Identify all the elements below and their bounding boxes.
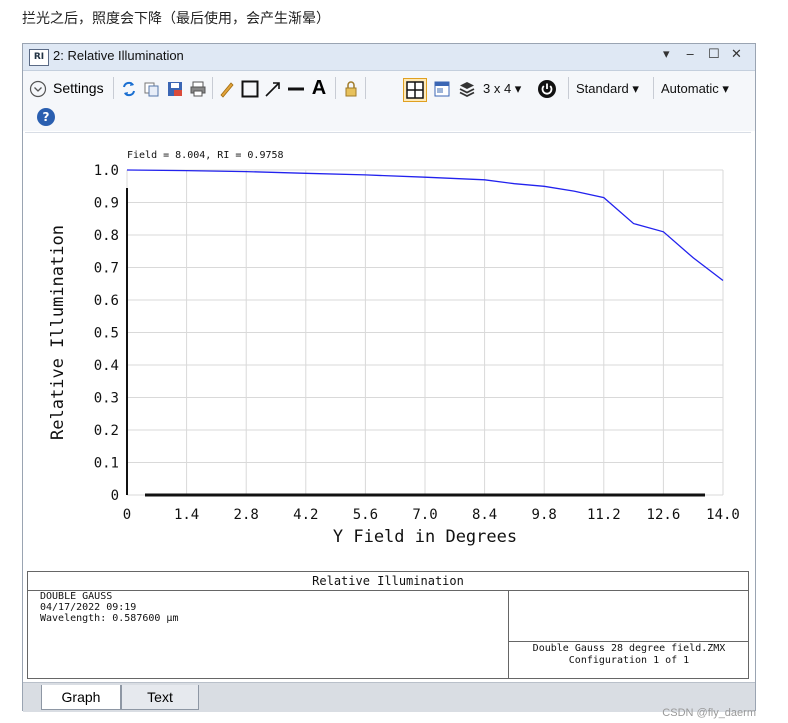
y-tick-label: 0.5 bbox=[94, 326, 119, 342]
power-icon[interactable] bbox=[537, 79, 557, 99]
window-icon[interactable] bbox=[433, 80, 451, 98]
y-tick-label: 0.6 bbox=[94, 293, 119, 309]
maximize-button[interactable]: ☐ bbox=[708, 47, 720, 62]
y-axis-label: Relative Illumination bbox=[48, 225, 68, 440]
info-file-name: Double Gauss 28 degree field.ZMX bbox=[532, 643, 726, 654]
window-dropdown-button[interactable]: ▾ bbox=[663, 47, 670, 62]
x-tick-label: 0 bbox=[123, 507, 131, 523]
y-tick-label: 0.4 bbox=[94, 358, 119, 374]
relative-illumination-chart: 0 1.4 2.8 4.2 5.6 7.0 8.4 9.8 11.2 12.6 14.0 0 0.1 0.… bbox=[48, 150, 740, 547]
print-icon[interactable] bbox=[189, 80, 207, 98]
info-left-text: DOUBLE GAUSS 04/17/2022 09:19 Wavelength… bbox=[40, 591, 179, 624]
x-axis-label: Y Field in Degrees bbox=[333, 527, 517, 547]
plot-area: 0 1.4 2.8 4.2 5.6 7.0 8.4 9.8 11.2 12.6 14.0 0 0.1 0.… bbox=[25, 132, 751, 569]
tab-bar: Graph Text bbox=[23, 682, 755, 712]
relative-illumination-window: RI 2: Relative Illumination ▾ ‒ ☐ ✕ Sett… bbox=[22, 43, 756, 712]
layers-icon[interactable] bbox=[458, 80, 476, 98]
y-tick-label: 0 bbox=[111, 488, 119, 504]
x-tick-label: 2.8 bbox=[234, 507, 259, 523]
info-right-text: Double Gauss 28 degree field.ZMX Configu… bbox=[509, 643, 749, 667]
automatic-dropdown[interactable]: Automatic ▾ bbox=[661, 81, 729, 97]
close-button[interactable]: ✕ bbox=[731, 47, 742, 62]
info-configuration: Configuration 1 of 1 bbox=[568, 655, 690, 666]
line-tool-icon[interactable] bbox=[287, 80, 305, 98]
page-caption: 拦光之后，照度会下降（最后使用，会产生渐晕） bbox=[22, 11, 330, 27]
arrow-tool-icon[interactable] bbox=[264, 80, 282, 98]
toolbar-separator bbox=[335, 77, 336, 99]
y-tick-label: 0.2 bbox=[94, 423, 119, 439]
settings-button[interactable]: Settings bbox=[29, 79, 113, 99]
window-titlebar: RI 2: Relative Illumination ▾ ‒ ☐ ✕ bbox=[23, 44, 755, 71]
toolbar-separator bbox=[212, 77, 213, 99]
ri-app-icon: RI bbox=[29, 49, 49, 66]
lock-icon[interactable] bbox=[342, 80, 360, 98]
settings-label: Settings bbox=[53, 80, 104, 96]
x-tick-label: 1.4 bbox=[174, 507, 199, 523]
toolbar-separator bbox=[113, 77, 114, 99]
info-divider bbox=[508, 641, 749, 642]
x-tick-label: 12.6 bbox=[647, 507, 681, 523]
x-tick-label: 5.6 bbox=[353, 507, 378, 523]
y-tick-label: 0.3 bbox=[94, 391, 119, 407]
window-title: 2: Relative Illumination bbox=[53, 48, 184, 63]
rectangle-tool-icon[interactable] bbox=[241, 80, 259, 98]
x-tick-label: 9.8 bbox=[532, 507, 557, 523]
text-tool-icon[interactable]: A bbox=[310, 78, 328, 98]
watermark: CSDN @fly_daerm bbox=[662, 707, 756, 719]
x-tick-label: 14.0 bbox=[706, 507, 740, 523]
grid-view-icon[interactable] bbox=[403, 78, 427, 102]
copy-icon[interactable] bbox=[143, 80, 161, 98]
refresh-icon[interactable] bbox=[120, 80, 138, 98]
tab-text[interactable]: Text bbox=[121, 685, 199, 710]
y-tick-label: 0.9 bbox=[94, 196, 119, 212]
save-icon[interactable] bbox=[166, 80, 184, 98]
x-tick-label: 8.4 bbox=[472, 507, 497, 523]
pencil-icon[interactable] bbox=[218, 80, 236, 98]
x-tick-label: 11.2 bbox=[587, 507, 621, 523]
minimize-button[interactable]: ‒ bbox=[686, 47, 694, 62]
y-tick-label: 0.1 bbox=[94, 456, 119, 472]
tab-graph[interactable]: Graph bbox=[41, 685, 121, 710]
y-tick-label: 1.0 bbox=[94, 163, 119, 179]
chevron-circle-icon bbox=[29, 80, 47, 98]
x-tick-label: 4.2 bbox=[293, 507, 318, 523]
x-tick-label: 7.0 bbox=[412, 507, 437, 523]
toolbar-separator bbox=[568, 77, 569, 99]
layout-dropdown[interactable]: 3 x 4 ▾ bbox=[483, 81, 521, 97]
info-title: Relative Illumination bbox=[28, 572, 748, 591]
toolbar: Settings A 3 x 4 ▾ Standard ▾ Automatic … bbox=[23, 71, 755, 131]
toolbar-separator bbox=[653, 77, 654, 99]
toolbar-separator bbox=[365, 77, 366, 99]
y-tick-label: 0.7 bbox=[94, 261, 119, 277]
info-box: Relative Illumination DOUBLE GAUSS 04/17… bbox=[27, 571, 749, 679]
standard-dropdown[interactable]: Standard ▾ bbox=[576, 81, 639, 97]
cursor-annotation: Field = 8.004, RI = 0.9758 bbox=[127, 150, 284, 161]
help-icon[interactable]: ? bbox=[37, 108, 55, 126]
y-tick-label: 0.8 bbox=[94, 228, 119, 244]
